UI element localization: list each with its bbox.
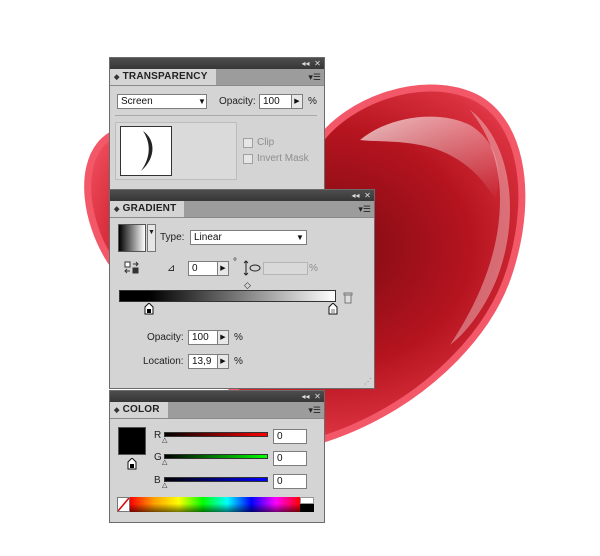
none-swatch[interactable] bbox=[117, 497, 130, 512]
color-stop-left[interactable] bbox=[144, 302, 154, 315]
panel-menu-icon[interactable]: ▾☰ bbox=[308, 404, 321, 416]
midpoint-diamond-icon[interactable]: ◇ bbox=[244, 281, 251, 290]
divider bbox=[115, 115, 317, 116]
g-input[interactable]: 0 bbox=[273, 451, 307, 466]
invert-mask-label: Invert Mask bbox=[257, 153, 309, 164]
b-slider-thumb-icon[interactable]: △ bbox=[162, 482, 167, 489]
gradient-swatch[interactable] bbox=[118, 224, 146, 252]
tab-color-label: COLOR bbox=[122, 404, 160, 415]
color-stop-right[interactable] bbox=[328, 302, 338, 315]
g-label: G bbox=[154, 452, 162, 463]
close-icon[interactable]: ✕ bbox=[312, 58, 323, 69]
opacity-stepper-icon[interactable]: ▶ bbox=[292, 94, 303, 109]
gradient-opacity-input[interactable]: 100 bbox=[188, 330, 218, 345]
aspect-ratio-input bbox=[263, 262, 308, 275]
gradient-opacity-label: Opacity: bbox=[147, 332, 184, 343]
collapse-icon[interactable]: ◂◂ bbox=[350, 190, 361, 201]
clip-label: Clip bbox=[257, 137, 275, 148]
panel-menu-icon[interactable]: ▾☰ bbox=[358, 203, 371, 215]
tab-color[interactable]: ◆ COLOR bbox=[110, 402, 168, 418]
crescent-icon bbox=[141, 131, 153, 171]
b-slider[interactable] bbox=[164, 477, 268, 482]
angle-stepper-icon[interactable]: ▶ bbox=[218, 261, 229, 276]
opacity-label: Opacity: bbox=[219, 96, 256, 107]
location-input[interactable]: 13,9 bbox=[188, 354, 218, 369]
tab-toggle-icon: ◆ bbox=[114, 206, 120, 213]
r-input[interactable]: 0 bbox=[273, 429, 307, 444]
close-icon[interactable]: ✕ bbox=[362, 190, 373, 201]
color-spectrum-bar[interactable] bbox=[130, 497, 300, 512]
color-panel: ◂◂ ✕ ◆ COLOR ▾☰ R △ 0 G △ 0 B △ 0 bbox=[109, 390, 325, 523]
location-unit: % bbox=[234, 356, 243, 367]
opacity-input[interactable]: 100 bbox=[259, 94, 292, 109]
tab-toggle-icon: ◆ bbox=[114, 407, 120, 414]
gamut-warning-icon bbox=[127, 457, 137, 470]
angle-input[interactable]: 0 bbox=[188, 261, 218, 276]
gradient-opacity-stepper-icon[interactable]: ▶ bbox=[218, 330, 229, 345]
collapse-icon[interactable]: ◂◂ bbox=[300, 58, 311, 69]
opacity-unit: % bbox=[308, 96, 317, 107]
resize-grip-icon[interactable]: ⋰ bbox=[364, 378, 372, 386]
clip-checkbox[interactable] bbox=[243, 138, 253, 148]
mask-thumbnail[interactable] bbox=[120, 126, 172, 176]
aspect-unit: % bbox=[309, 263, 318, 274]
transparency-panel: ◂◂ ✕ ◆ TRANSPARENCY ▾☰ Screen ▼ Opacity: … bbox=[109, 57, 325, 190]
delete-stop-icon[interactable] bbox=[343, 292, 353, 304]
reverse-gradient-icon[interactable] bbox=[124, 261, 140, 275]
b-label: B bbox=[154, 475, 161, 486]
gradient-panel: ◂◂ ✕ ◆ GRADIENT ▾☰ ▼ Type: Linear ▼ ⊿ 0 ▶… bbox=[109, 189, 375, 389]
type-select[interactable]: Linear bbox=[190, 230, 307, 245]
close-icon[interactable]: ✕ bbox=[312, 391, 323, 402]
black-swatch[interactable] bbox=[300, 504, 314, 512]
gradient-titlebar[interactable]: ◂◂ ✕ bbox=[110, 190, 374, 201]
r-slider-thumb-icon[interactable]: △ bbox=[162, 437, 167, 444]
none-slash-icon bbox=[117, 497, 130, 512]
location-stepper-icon[interactable]: ▶ bbox=[218, 354, 229, 369]
g-slider[interactable] bbox=[164, 454, 268, 459]
transparency-titlebar[interactable]: ◂◂ ✕ bbox=[110, 58, 324, 69]
gradient-opacity-unit: % bbox=[234, 332, 243, 343]
collapse-icon[interactable]: ◂◂ bbox=[300, 391, 311, 402]
tab-gradient[interactable]: ◆ GRADIENT bbox=[110, 201, 185, 217]
tab-toggle-icon: ◆ bbox=[114, 74, 120, 81]
mask-area[interactable] bbox=[115, 122, 237, 180]
degree-symbol: ° bbox=[233, 257, 237, 268]
r-label: R bbox=[154, 430, 162, 441]
color-tabbar: ◆ COLOR ▾☰ bbox=[110, 402, 324, 419]
panel-menu-icon[interactable]: ▾☰ bbox=[308, 71, 321, 83]
tab-gradient-label: GRADIENT bbox=[122, 203, 177, 214]
location-label: Location: bbox=[143, 356, 184, 367]
angle-icon: ⊿ bbox=[167, 263, 176, 274]
type-label: Type: bbox=[160, 232, 185, 243]
transparency-tabbar: ◆ TRANSPARENCY ▾☰ bbox=[110, 69, 324, 86]
tab-transparency[interactable]: ◆ TRANSPARENCY bbox=[110, 69, 216, 85]
invert-mask-checkbox[interactable] bbox=[243, 154, 253, 164]
gradient-swatch-dropdown[interactable]: ▼ bbox=[147, 224, 156, 252]
fill-swatch[interactable] bbox=[118, 427, 146, 455]
color-titlebar[interactable]: ◂◂ ✕ bbox=[110, 391, 324, 402]
tab-transparency-label: TRANSPARENCY bbox=[122, 71, 208, 82]
r-slider[interactable] bbox=[164, 432, 268, 437]
white-swatch[interactable] bbox=[300, 497, 314, 504]
dropdown-arrow-icon[interactable]: ▼ bbox=[195, 94, 209, 109]
gradient-slider[interactable] bbox=[119, 290, 336, 302]
b-input[interactable]: 0 bbox=[273, 474, 307, 489]
aspect-ratio-icon bbox=[243, 260, 261, 276]
gradient-tabbar: ◆ GRADIENT ▾☰ bbox=[110, 201, 374, 218]
g-slider-thumb-icon[interactable]: △ bbox=[162, 459, 167, 466]
dropdown-arrow-icon[interactable]: ▼ bbox=[293, 230, 307, 245]
blend-mode-select[interactable]: Screen bbox=[117, 94, 207, 109]
